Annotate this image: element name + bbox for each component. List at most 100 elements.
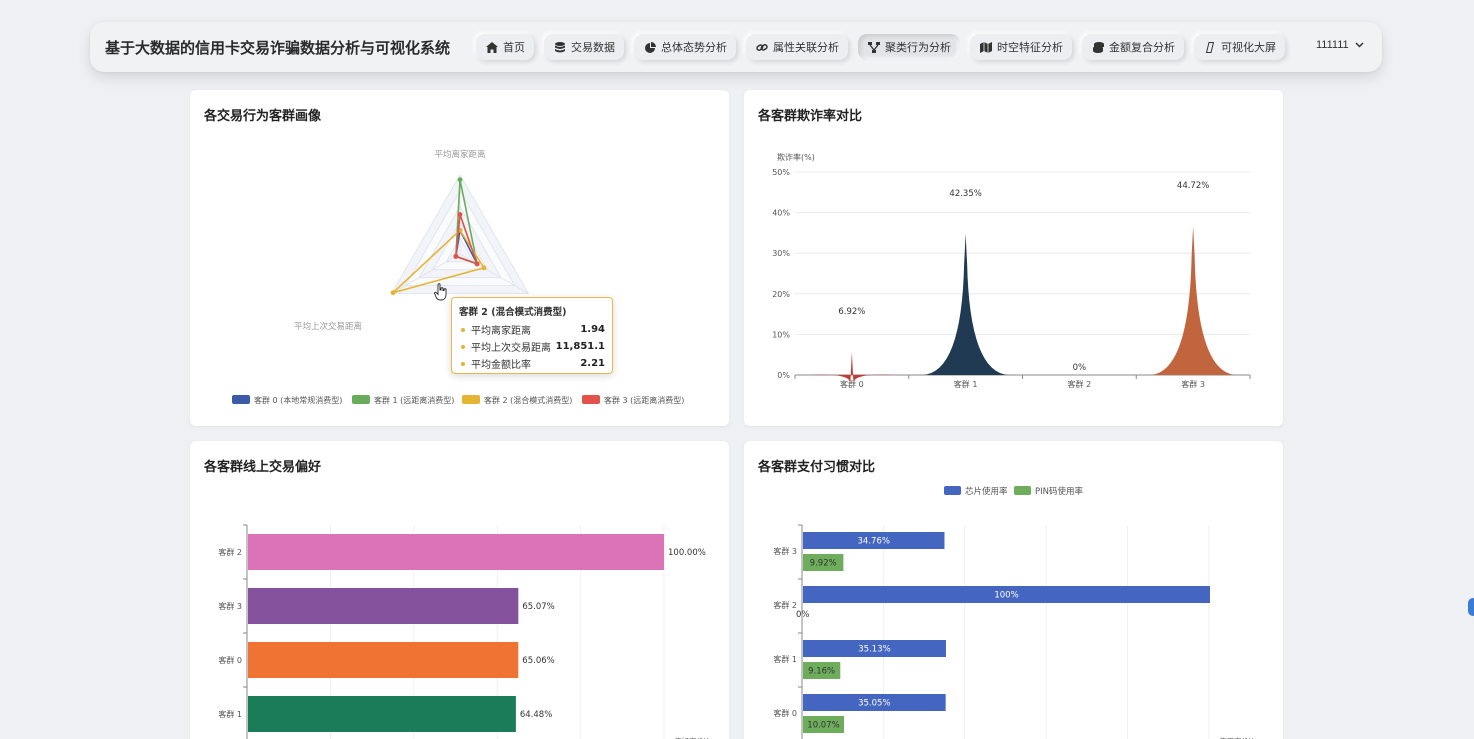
x-tick-label: 客群 3 xyxy=(1181,379,1205,389)
data-label: 0% xyxy=(796,610,810,620)
hand-cursor-icon xyxy=(434,283,447,301)
data-label: 0% xyxy=(1073,363,1087,373)
y-tick-label: 客群 0 xyxy=(773,708,797,718)
data-label: 9.16% xyxy=(808,667,835,677)
legend-swatch xyxy=(232,395,250,404)
series-dot-icon xyxy=(461,361,465,366)
nav-menu: 首页 交易数据 总体态势分析 属性关联分析 聚类行为分析 时空特征分析 金额复合… xyxy=(476,34,1295,60)
tooltip-title: 客群 2 (混合模式消费型) xyxy=(459,307,567,318)
y-tick-label: 客群 3 xyxy=(773,546,797,556)
legend-label: 客群 2 (混合模式消费型) xyxy=(484,395,572,405)
tooltip-value: 1.94 xyxy=(580,324,605,335)
nav-item-transaction-data[interactable]: 交易数据 xyxy=(544,34,624,60)
nav-item-spatiotemporal-analysis[interactable]: 时空特征分析 xyxy=(970,34,1072,60)
tooltip-row: 平均金额比率 2.21 xyxy=(459,355,605,372)
cluster-icon xyxy=(867,41,881,53)
screen-icon xyxy=(1203,41,1217,53)
series-dot-icon xyxy=(461,327,465,332)
y-tick-label: 客群 1 xyxy=(218,709,242,719)
data-label: 44.72% xyxy=(1177,181,1209,191)
nav-item-big-screen[interactable]: 可视化大屏 xyxy=(1194,34,1285,60)
tooltip-value: 11,851.1 xyxy=(555,341,605,352)
radar-point xyxy=(453,253,459,259)
tooltip-label: 平均离家距离 xyxy=(471,326,531,337)
y-tick-label: 10% xyxy=(772,330,790,339)
y-axis-title: 欺诈率(%) xyxy=(777,152,815,162)
nav-item-amount-analysis[interactable]: 金额复合分析 xyxy=(1082,34,1184,60)
nav-item-label: 首页 xyxy=(503,41,525,54)
nav-item-home[interactable]: 首页 xyxy=(476,34,534,60)
data-label: 65.06% xyxy=(522,656,554,666)
radar-point xyxy=(481,265,487,271)
data-label: 6.92% xyxy=(838,307,865,317)
y-tick-label: 50% xyxy=(772,168,790,177)
radar-indicator-label: 平均离家距离 xyxy=(434,149,485,160)
radar-indicator-label: 平均上次交易距离 xyxy=(294,321,362,332)
data-label: 65.07% xyxy=(522,602,554,612)
legend-label: PIN码使用率 xyxy=(1035,486,1083,497)
nav-item-overall-analysis[interactable]: 总体态势分析 xyxy=(634,34,736,60)
tooltip-value: 2.21 xyxy=(580,358,605,369)
fraud-rate-peak xyxy=(922,234,1009,375)
legend-swatch xyxy=(1014,486,1031,495)
radar-panel: 各交易行为客群画像 平均离家距离 平均上次交易距离 客群 0 (本地常规消费型) 客群… xyxy=(190,90,729,426)
data-label: 35.05% xyxy=(858,699,890,709)
nav-item-label: 时空特征分析 xyxy=(997,41,1063,54)
tooltip-label: 平均上次交易距离 xyxy=(471,343,551,354)
y-tick-label: 0% xyxy=(777,371,790,380)
nav-item-label: 聚类行为分析 xyxy=(885,41,951,54)
bar xyxy=(248,534,664,570)
y-tick-label: 客群 2 xyxy=(773,600,797,610)
fraud-rate-peak xyxy=(808,351,896,382)
bar xyxy=(248,696,516,732)
y-tick-label: 客群 2 xyxy=(218,547,242,557)
legend-swatch xyxy=(944,486,961,495)
radar-chart: 平均离家距离平均上次交易距离客群 0 (本地常规消费型) 客群 1 (远距离消费型… xyxy=(232,149,684,405)
app-title: 基于大数据的信用卡交易诈骗数据分析与可视化系统 xyxy=(105,39,451,57)
y-tick-label: 客群 3 xyxy=(218,601,242,611)
data-label: 10.07% xyxy=(807,721,839,731)
nav-item-label: 金额复合分析 xyxy=(1109,41,1175,54)
data-label: 42.35% xyxy=(949,189,981,199)
x-tick-label: 客群 2 xyxy=(1068,379,1092,389)
nav-item-attribute-analysis[interactable]: 属性关联分析 xyxy=(746,34,848,60)
legend-swatch xyxy=(462,395,480,404)
data-label: 100% xyxy=(994,591,1018,601)
map-icon xyxy=(979,41,993,53)
floating-action-button[interactable] xyxy=(1468,598,1474,616)
username: 111111 xyxy=(1316,39,1349,51)
coins-icon xyxy=(1091,41,1105,53)
y-tick-label: 30% xyxy=(772,249,790,258)
link-icon xyxy=(755,41,769,53)
nav-item-label: 总体态势分析 xyxy=(661,41,727,54)
legend-label: 客群 0 (本地常规消费型) xyxy=(254,395,342,405)
y-tick-label: 客群 0 xyxy=(218,655,242,665)
y-tick-label: 40% xyxy=(772,209,790,218)
legend-label: 客群 3 (远距离消费型) xyxy=(604,395,684,405)
series-dot-icon xyxy=(461,344,465,349)
radar-point xyxy=(474,261,480,267)
online-preference-panel: 各客群线上交易偏好 客群 2 100.00% 客群 3 65.07% 客群 0 65.06… xyxy=(190,441,729,739)
tooltip-label: 平均金额比率 xyxy=(471,360,531,371)
nav-item-label: 交易数据 xyxy=(571,41,615,54)
fraud-rate-panel: 各客群欺诈率对比 欺诈率(%) 0% 10% 20% 30% 40% 50% 客群 0 6.92… xyxy=(744,90,1283,426)
bar xyxy=(248,588,519,624)
home-icon xyxy=(485,41,499,53)
database-icon xyxy=(553,41,567,53)
tooltip-row: 平均离家距离 1.94 xyxy=(459,321,605,338)
bar xyxy=(248,642,519,678)
legend-label: 客群 1 (远距离消费型) xyxy=(374,395,454,405)
nav-item-cluster-analysis[interactable]: 聚类行为分析 xyxy=(858,34,960,60)
y-tick-label: 客群 1 xyxy=(773,654,797,664)
fraud-rate-peak xyxy=(1149,226,1237,375)
pie-chart-icon xyxy=(643,41,657,53)
legend-label: 芯片使用率 xyxy=(965,486,1008,497)
y-tick-label: 20% xyxy=(772,290,790,299)
online-preference-chart: 客群 2 100.00% 客群 3 65.07% 客群 0 65.06% 客群 1 64.48… xyxy=(218,524,710,739)
user-dropdown[interactable]: 111111 xyxy=(1316,39,1364,51)
payment-habits-chart: 芯片使用率 PIN码使用率客群 3 34.76% 9.92% 客群 2 100% 0% 客群 … xyxy=(773,486,1255,739)
x-tick-label: 客群 0 xyxy=(840,379,864,389)
top-navbar: 基于大数据的信用卡交易诈骗数据分析与可视化系统 首页 交易数据 总体态势分析 属… xyxy=(90,22,1382,72)
chart-tooltip: 客群 2 (混合模式消费型) 平均离家距离 1.94 平均上次交易距离 11,8… xyxy=(451,297,613,374)
legend-swatch xyxy=(352,395,370,404)
